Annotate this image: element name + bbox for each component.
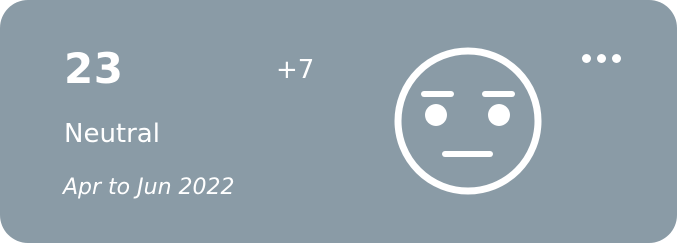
date-range: Apr to Jun 2022 bbox=[63, 175, 235, 200]
menu-dot bbox=[596, 53, 606, 63]
menu-dot bbox=[611, 53, 621, 63]
score-value: 23 bbox=[64, 44, 124, 93]
menu-dot bbox=[581, 53, 591, 63]
more-options-icon[interactable] bbox=[574, 46, 628, 70]
sentiment-label: Neutral bbox=[64, 119, 160, 149]
score-change: +7 bbox=[276, 55, 315, 85]
neutral-face-icon bbox=[394, 47, 542, 195]
sentiment-card: 23 +7 Neutral Apr to Jun 2022 bbox=[0, 0, 677, 243]
